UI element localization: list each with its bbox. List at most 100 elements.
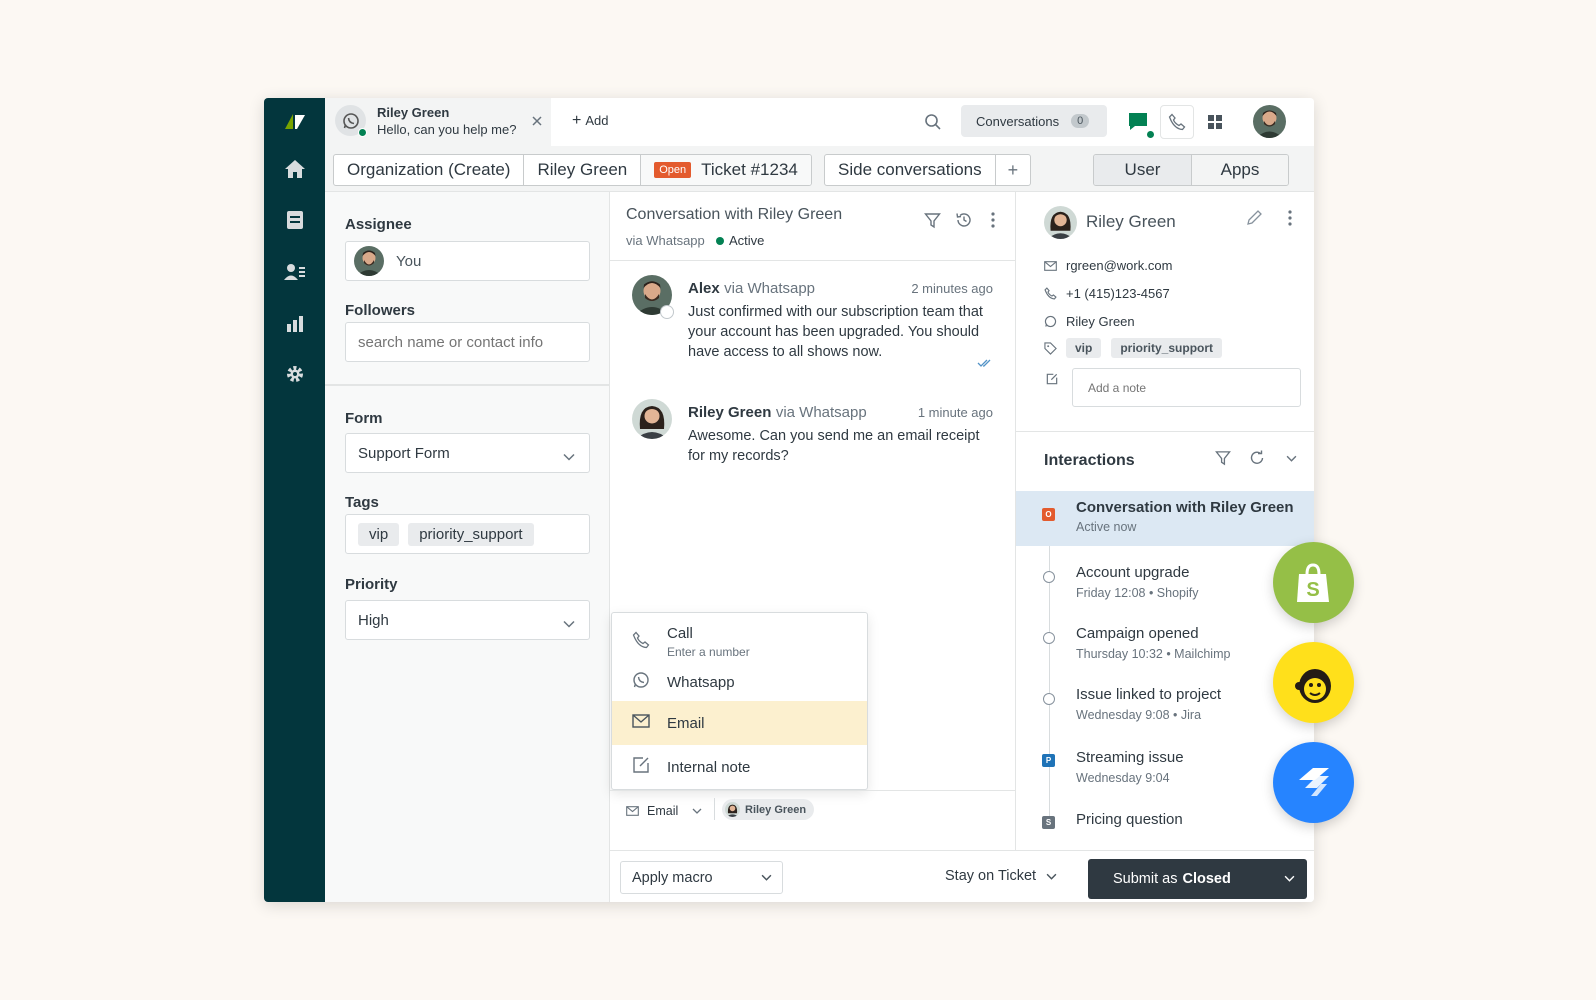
- menu-item-internal-note[interactable]: Internal note: [612, 747, 867, 787]
- tag-pill[interactable]: priority_support: [408, 522, 534, 546]
- online-status-dot: [358, 128, 367, 137]
- submit-status: Closed: [1182, 871, 1231, 887]
- assignee-field[interactable]: You: [345, 241, 590, 281]
- conversation-panel: Conversation with Riley Green via Whatsa…: [610, 192, 1015, 902]
- apply-macro-select[interactable]: Apply macro: [620, 861, 783, 894]
- timeline-dot-icon: [1043, 571, 1055, 583]
- tag-pill[interactable]: priority_support: [1111, 338, 1223, 358]
- interaction-item[interactable]: O Conversation with Riley Green Active n…: [1016, 491, 1314, 546]
- chevron-down-icon: [563, 615, 575, 632]
- active-conversation-tab[interactable]: Riley Green Hello, can you help me?: [325, 98, 551, 146]
- message: Alex via Whatsapp 2 minutes ago Just con…: [610, 270, 1015, 380]
- menu-item-label: Call: [667, 625, 693, 642]
- messaging-status-icon[interactable]: [1120, 105, 1156, 139]
- conversations-button[interactable]: Conversations 0: [961, 105, 1107, 137]
- user-whatsapp-row: Riley Green: [1044, 314, 1135, 329]
- submit-as-closed-button[interactable]: Submit as Closed: [1088, 859, 1307, 899]
- filter-icon[interactable]: [922, 210, 942, 230]
- interaction-item[interactable]: Account upgrade Friday 12:08 • Shopify: [1016, 556, 1314, 606]
- menu-item-email[interactable]: Email: [612, 701, 867, 745]
- stay-on-ticket-select[interactable]: Stay on Ticket: [945, 868, 1057, 884]
- recipient-name: Riley Green: [745, 803, 807, 816]
- ticket-tab[interactable]: Open Ticket #1234: [641, 155, 811, 185]
- ticket-number: Ticket #1234: [701, 160, 798, 179]
- message-body: Awesome. Can you send me an email receip…: [688, 428, 980, 464]
- interaction-title: Conversation with Riley Green: [1076, 499, 1294, 516]
- product-tray-grid-icon[interactable]: [1204, 111, 1226, 133]
- top-bar: Riley Green Hello, can you help me? + Ad…: [325, 98, 1314, 146]
- menu-item-label: Internal note: [667, 758, 751, 776]
- zendesk-logo[interactable]: [264, 102, 325, 142]
- close-tab-icon[interactable]: [531, 114, 543, 132]
- add-side-conversation-button[interactable]: +: [996, 155, 1031, 185]
- edit-pencil-icon[interactable]: [1244, 208, 1264, 228]
- views-icon[interactable]: [264, 200, 325, 240]
- reporting-icon[interactable]: [264, 304, 325, 344]
- followers-search-input[interactable]: [345, 322, 590, 362]
- conversations-label: Conversations: [976, 113, 1060, 129]
- add-tab-button[interactable]: + Add: [572, 112, 608, 128]
- note-icon: [1046, 372, 1058, 390]
- ticket-footer: Apply macro Stay on Ticket Submit as Clo…: [610, 850, 1314, 902]
- priority-label: Priority: [345, 576, 398, 593]
- menu-item-whatsapp[interactable]: Whatsapp: [612, 665, 867, 699]
- mail-icon: [1044, 260, 1066, 271]
- chevron-down-icon: [761, 874, 772, 881]
- priority-select[interactable]: High: [345, 600, 590, 640]
- agent-avatar[interactable]: [1253, 105, 1286, 138]
- organization-create-tab[interactable]: Organization (Create): [334, 155, 525, 185]
- interaction-item[interactable]: P Streaming issue Wednesday 9:04: [1016, 741, 1314, 791]
- tags-field[interactable]: vip priority_support: [345, 514, 590, 554]
- requester-tab[interactable]: Riley Green: [524, 155, 642, 185]
- timeline-dot-icon: [1043, 693, 1055, 705]
- read-receipt-icon: [977, 355, 993, 373]
- form-label: Form: [345, 410, 383, 427]
- user-email-row: rgreen@work.com: [1044, 258, 1172, 273]
- phone-icon[interactable]: [1160, 105, 1194, 139]
- interaction-item[interactable]: Campaign opened Thursday 10:32 • Mailchi…: [1016, 617, 1314, 667]
- recipient-chip[interactable]: Riley Green: [722, 799, 815, 820]
- user-panel-tab[interactable]: User: [1094, 155, 1192, 185]
- menu-item-call[interactable]: Call Enter a number: [612, 621, 867, 663]
- agent-badge-icon: [660, 305, 674, 319]
- composer-channel-select[interactable]: Email: [626, 804, 702, 818]
- side-conversations-button[interactable]: Side conversations: [825, 155, 996, 185]
- followers-label: Followers: [345, 302, 416, 319]
- user-avatar: [1044, 206, 1077, 239]
- user-name: Riley Green: [1086, 212, 1176, 231]
- requester-avatar: [632, 399, 672, 439]
- interaction-item[interactable]: S Pricing question: [1016, 803, 1314, 853]
- refresh-icon[interactable]: [1248, 449, 1266, 467]
- tag-pill[interactable]: vip: [1066, 338, 1102, 358]
- interaction-item[interactable]: Issue linked to project Wednesday 9:08 •…: [1016, 678, 1314, 728]
- interaction-title: Issue linked to project: [1076, 686, 1222, 703]
- chevron-down-icon[interactable]: [1284, 875, 1295, 882]
- phone-icon: [632, 631, 650, 653]
- user-phone-row: +1 (415)123-4567: [1044, 286, 1170, 301]
- message-header: Riley Green via Whatsapp: [688, 404, 867, 422]
- customers-icon[interactable]: [264, 252, 325, 292]
- more-options-icon[interactable]: [1284, 208, 1296, 228]
- user-note-input[interactable]: [1072, 368, 1301, 407]
- collapse-chevron-icon[interactable]: [1284, 450, 1298, 466]
- jira-app-icon: [1273, 742, 1354, 823]
- conversation-status-label: Active: [729, 233, 765, 248]
- apps-panel-tab[interactable]: Apps: [1192, 155, 1288, 185]
- filter-icon[interactable]: [1214, 449, 1232, 467]
- history-icon[interactable]: [954, 210, 974, 230]
- stay-on-ticket-label: Stay on Ticket: [945, 868, 1037, 884]
- search-icon[interactable]: [922, 111, 944, 133]
- assignee-label: Assignee: [345, 216, 412, 233]
- user-email[interactable]: rgreen@work.com: [1066, 258, 1172, 273]
- form-select[interactable]: Support Form: [345, 433, 590, 473]
- home-icon[interactable]: [264, 149, 325, 189]
- header-divider: [610, 260, 1015, 261]
- user-phone[interactable]: +1 (415)123-4567: [1066, 286, 1170, 301]
- settings-gear-icon[interactable]: [264, 354, 325, 394]
- message-channel: via Whatsapp: [724, 280, 816, 297]
- chevron-down-icon: [1046, 873, 1057, 880]
- tag-pill[interactable]: vip: [358, 522, 400, 546]
- interactions-title: Interactions: [1044, 452, 1135, 469]
- tab-message-preview: Hello, can you help me?: [377, 122, 517, 137]
- more-options-icon[interactable]: [986, 210, 1000, 230]
